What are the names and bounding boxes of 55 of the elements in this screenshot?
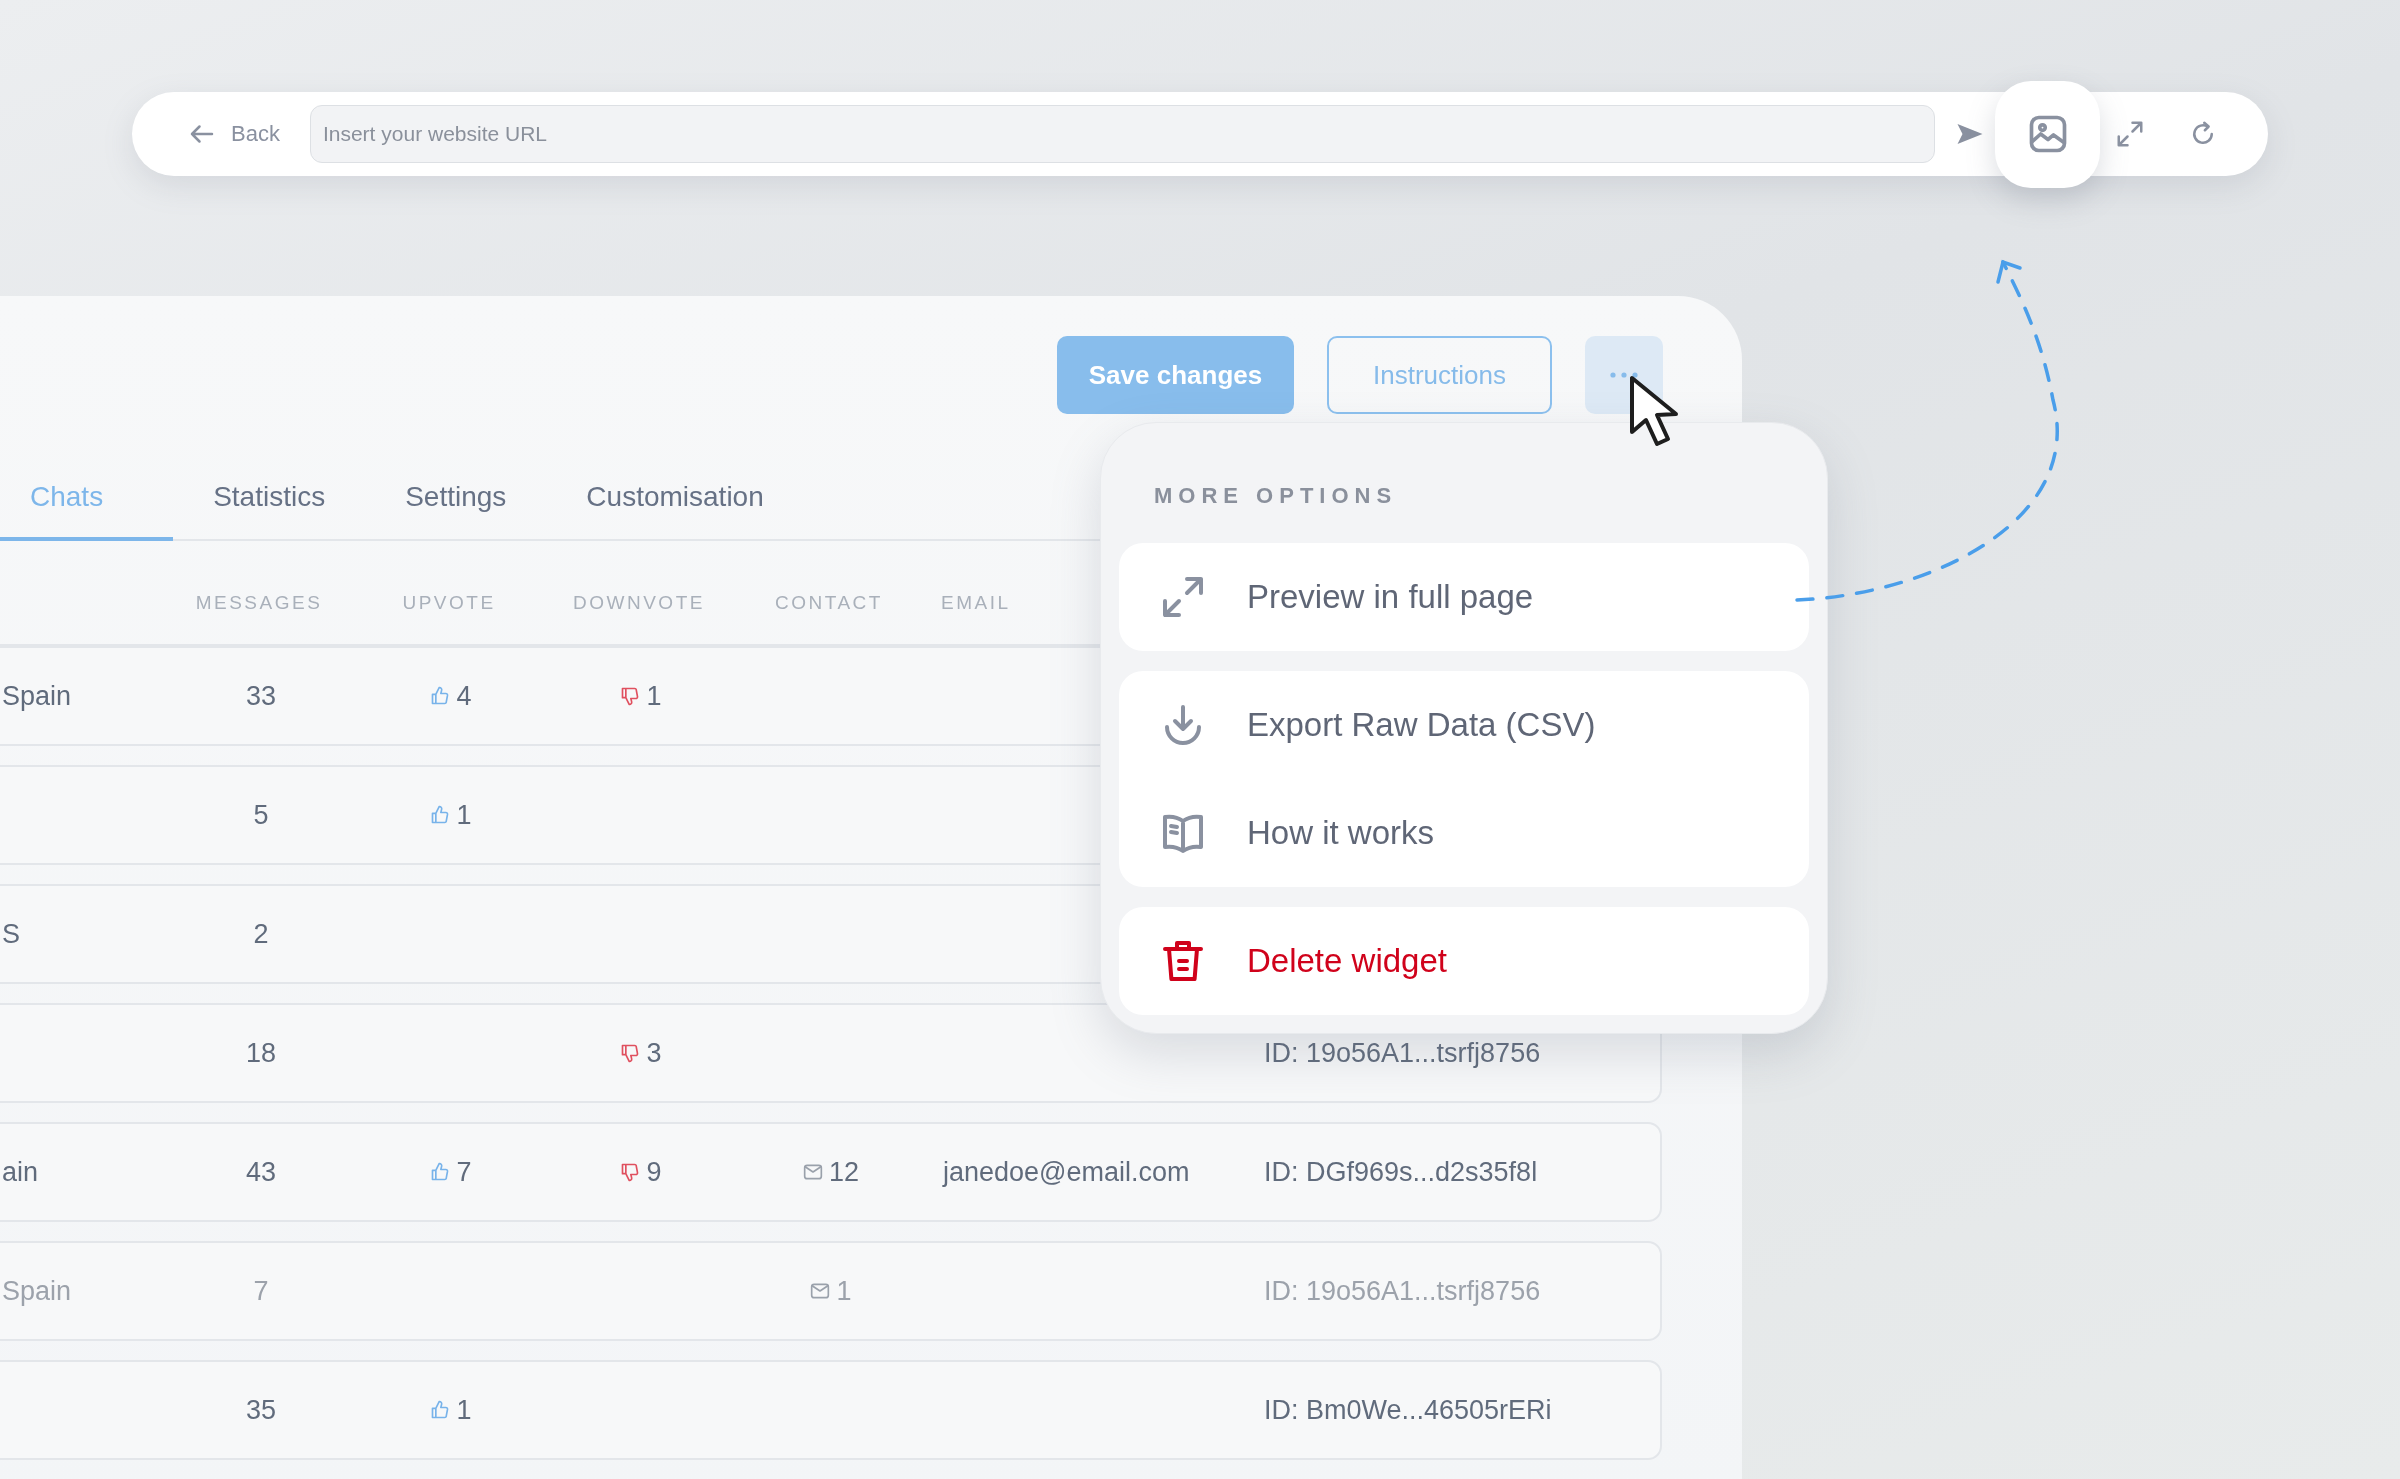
email-text: janedoe@email.com [943,1156,1190,1187]
thumbs-down-icon [620,1162,641,1182]
tab[interactable]: Statistics [173,461,366,541]
upvote-count: 1 [456,1394,472,1426]
envelope-icon [810,1281,831,1301]
image-view-button[interactable] [1995,80,2100,188]
tab[interactable]: Settings [365,461,547,541]
location-text: S [2,918,20,949]
column-header: MESSAGES [195,591,323,613]
expand-icon[interactable] [2115,119,2145,149]
downvote-count: 3 [646,1037,662,1069]
table-row[interactable]: 18 3 ID: 19o56A1...tsrfj8756 [0,1003,1662,1103]
more-icon [1609,371,1639,379]
table-row[interactable]: ain 43 7 9 12 janedoe@email.com ID: DGf969s...d2s35f8l [0,1122,1662,1222]
message-count: 33 [245,680,276,712]
message-count: 7 [253,1275,269,1307]
upvote-count: 7 [456,1156,472,1188]
chat-id-text: ID: 19o56A1...tsrfj8756 [1264,1275,1541,1306]
menu-item[interactable]: How it works [1119,779,1809,887]
table-row[interactable]: 35 1 ID: Bm0We...46505rERi [0,1360,1662,1460]
column-header: EMAIL [941,591,1011,613]
thumbs-up-icon [430,686,451,706]
contact-count: 12 [828,1156,859,1188]
downvote-count: 1 [646,680,662,712]
menu-item[interactable]: Delete widget [1119,907,1809,1015]
location-text: Spain [2,680,72,711]
thumbs-down-icon [620,1043,641,1063]
thumbs-up-icon [430,1400,451,1420]
message-count: 5 [253,799,269,831]
column-header: CONTACT [775,591,883,613]
downvote-count: 9 [646,1156,662,1188]
back-button[interactable]: Back [187,119,280,149]
menu-item[interactable]: Preview in full page [1119,543,1809,651]
upvote-count: 4 [456,680,472,712]
envelope-icon [802,1162,823,1182]
column-header: DOWNVOTE [573,591,705,613]
url-field[interactable]: Insert your website URL [309,105,1935,163]
thumbs-up-icon [430,1162,451,1182]
location-text: ain [2,1156,39,1187]
message-count: 18 [245,1037,276,1069]
upvote-count: 1 [456,799,472,831]
menu-item[interactable]: Export Raw Data (CSV) [1119,671,1809,779]
message-count: 43 [245,1156,276,1188]
chat-id-text: ID: DGf969s...d2s35f8l [1264,1156,1538,1187]
thumbs-down-icon [620,686,641,706]
tab[interactable]: Customisation [546,461,804,541]
menu-heading: MORE OPTIONS [1154,483,1399,509]
column-header: UPVOTE [402,591,496,613]
chat-id-text: ID: 19o56A1...tsrfj8756 [1264,1037,1541,1068]
contact-count: 1 [836,1275,852,1307]
location-text: Spain [2,1275,72,1306]
message-count: 2 [253,918,269,950]
thumbs-up-icon [430,805,451,825]
chat-id-text: ID: Bm0We...46505rERi [1264,1394,1552,1425]
message-count: 35 [245,1394,276,1426]
